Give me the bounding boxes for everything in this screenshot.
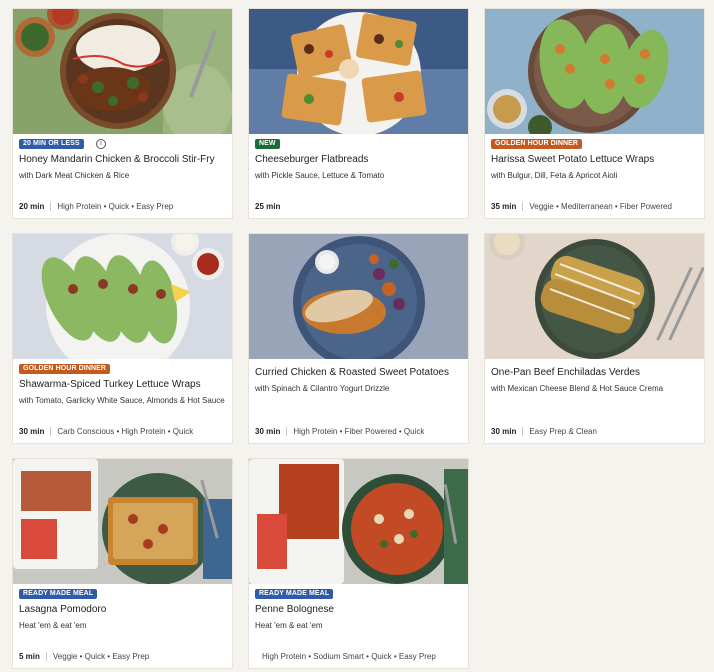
divider xyxy=(50,202,52,211)
badge-20-min-or-less: 20 MIN OR LESS xyxy=(19,139,84,149)
recipe-photo[interactable] xyxy=(485,234,704,359)
recipe-tags: Veggie • Quick • Easy Prep xyxy=(52,652,150,661)
divider xyxy=(522,202,524,211)
recipe-tags: Easy Prep & Clean xyxy=(529,427,597,436)
recipe-title[interactable]: One-Pan Beef Enchiladas Verdes xyxy=(491,366,701,379)
recipe-card[interactable]: NEW Cheeseburger Flatbreads with Pickle … xyxy=(248,8,469,219)
recipe-meta: 30 min High Protein • Fiber Powered • Qu… xyxy=(255,426,465,437)
recipe-card[interactable]: READY MADE MEAL Penne Bolognese Heat 'em… xyxy=(248,458,469,669)
recipe-photo[interactable] xyxy=(249,9,468,134)
recipe-tags: High Protein • Fiber Powered • Quick xyxy=(293,427,425,436)
recipe-title[interactable]: Honey Mandarin Chicken & Broccoli Stir-F… xyxy=(19,153,229,166)
recipe-subtitle: with Tomato, Garlicky White Sauce, Almon… xyxy=(19,396,225,405)
recipe-card[interactable]: 20 MIN OR LESS i Honey Mandarin Chicken … xyxy=(12,8,233,219)
recipe-title[interactable]: Cheeseburger Flatbreads xyxy=(255,153,465,166)
recipe-card[interactable]: Curried Chicken & Roasted Sweet Potatoes… xyxy=(248,233,469,444)
badge-golden-hour-dinner: GOLDEN HOUR DINNER xyxy=(19,364,111,374)
recipe-tags: High Protein • Quick • Easy Prep xyxy=(57,202,174,211)
recipe-photo[interactable] xyxy=(249,234,468,359)
cook-time: 5 min xyxy=(19,652,40,661)
recipe-subtitle: with Spinach & Cilantro Yogurt Drizzle xyxy=(255,384,390,393)
info-icon[interactable]: i xyxy=(96,139,106,149)
recipe-title[interactable]: Shawarma-Spiced Turkey Lettuce Wraps xyxy=(19,378,229,391)
recipe-meta: 30 min Easy Prep & Clean xyxy=(491,426,701,437)
cook-time: 30 min xyxy=(19,427,45,436)
recipe-subtitle: Heat 'em & eat 'em xyxy=(255,621,323,630)
recipe-photo[interactable] xyxy=(249,459,468,584)
recipe-meta: 35 min Veggie • Mediterranean • Fiber Po… xyxy=(491,201,701,212)
recipe-meta: High Protein • Sodium Smart • Quick • Ea… xyxy=(255,651,465,662)
badge-ready-made-meal: READY MADE MEAL xyxy=(19,589,98,599)
cook-time: 35 min xyxy=(491,202,517,211)
recipe-meta: 20 min High Protein • Quick • Easy Prep xyxy=(19,201,229,212)
recipe-card[interactable]: GOLDEN HOUR DINNER Shawarma-Spiced Turke… xyxy=(12,233,233,444)
recipe-title[interactable]: Penne Bolognese xyxy=(255,603,465,616)
badge-ready-made-meal: READY MADE MEAL xyxy=(255,589,334,599)
recipe-tags: Veggie • Mediterranean • Fiber Powered xyxy=(529,202,672,211)
recipe-photo[interactable] xyxy=(13,459,232,584)
recipe-photo[interactable] xyxy=(13,9,232,134)
cook-time: 30 min xyxy=(255,427,281,436)
recipe-tags: High Protein • Sodium Smart • Quick • Ea… xyxy=(262,652,436,661)
divider xyxy=(286,427,288,436)
badge-golden-hour-dinner: GOLDEN HOUR DINNER xyxy=(491,139,583,149)
recipe-subtitle: with Pickle Sauce, Lettuce & Tomato xyxy=(255,171,385,180)
recipe-card[interactable]: READY MADE MEAL Lasagna Pomodoro Heat 'e… xyxy=(12,458,233,669)
recipe-subtitle: with Mexican Cheese Blend & Hot Sauce Cr… xyxy=(491,384,664,393)
recipe-meta: 30 min Carb Conscious • High Protein • Q… xyxy=(19,426,229,437)
recipe-card[interactable]: One-Pan Beef Enchiladas Verdes with Mexi… xyxy=(484,233,705,444)
recipe-title[interactable]: Harissa Sweet Potato Lettuce Wraps xyxy=(491,153,701,166)
recipe-meta: 5 min Veggie • Quick • Easy Prep xyxy=(19,651,229,662)
recipe-photo[interactable] xyxy=(13,234,232,359)
recipe-card[interactable]: GOLDEN HOUR DINNER Harissa Sweet Potato … xyxy=(484,8,705,219)
recipe-title[interactable]: Lasagna Pomodoro xyxy=(19,603,229,616)
cook-time: 25 min xyxy=(255,202,281,211)
badge-new: NEW xyxy=(255,139,280,149)
cook-time: 30 min xyxy=(491,427,517,436)
recipe-meta: 25 min xyxy=(255,201,465,212)
cook-time: 20 min xyxy=(19,202,45,211)
divider xyxy=(50,427,52,436)
divider xyxy=(45,652,47,661)
recipe-subtitle: with Dark Meat Chicken & Rice xyxy=(19,171,130,180)
recipe-subtitle: with Bulgur, Dill, Feta & Apricot Aioli xyxy=(491,171,618,180)
recipe-tags: Carb Conscious • High Protein • Quick xyxy=(57,427,194,436)
recipe-subtitle: Heat 'em & eat 'em xyxy=(19,621,87,630)
recipe-title[interactable]: Curried Chicken & Roasted Sweet Potatoes xyxy=(255,366,465,379)
recipe-photo[interactable] xyxy=(485,9,704,134)
divider xyxy=(522,427,524,436)
